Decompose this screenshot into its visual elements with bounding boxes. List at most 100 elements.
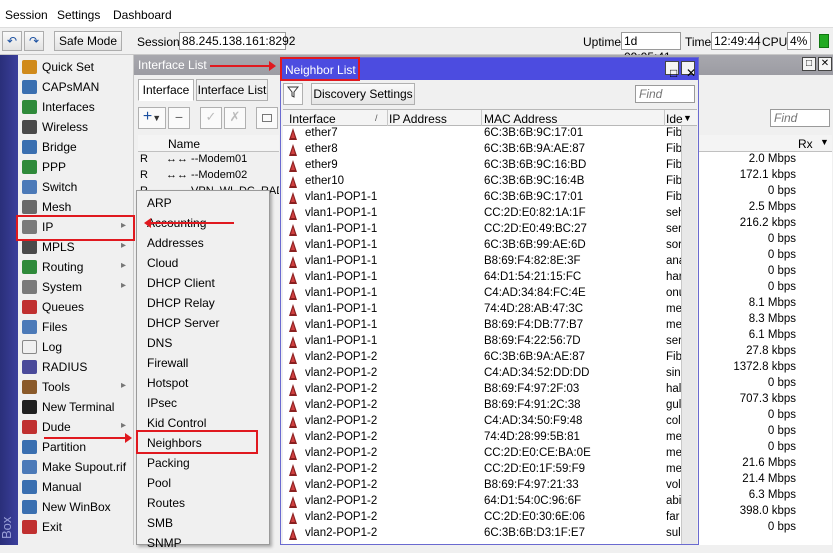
sidebar-item-radius[interactable]: RADIUS: [18, 357, 134, 377]
ip-menu-item-dhcp-relay[interactable]: DHCP Relay: [137, 293, 269, 313]
sidebar-item-files[interactable]: Files: [18, 317, 134, 337]
ip-menu-item-hotspot[interactable]: Hotspot: [137, 373, 269, 393]
ip-menu-item-cloud[interactable]: Cloud: [137, 253, 269, 273]
sidebar-item-wireless[interactable]: Wireless: [18, 117, 134, 137]
ip-menu-item-routes[interactable]: Routes: [137, 493, 269, 513]
table-row[interactable]: vlan2-POP1-2 B8:69:F4:91:2C:38 gul: [283, 398, 681, 414]
ip-menu-item-pool[interactable]: Pool: [137, 473, 269, 493]
discovery-settings-button[interactable]: Discovery Settings: [311, 83, 415, 105]
ip-menu-item-dhcp-client[interactable]: DHCP Client: [137, 273, 269, 293]
col-identity-header[interactable]: Ide: [666, 112, 683, 126]
table-row[interactable]: vlan1-POP1-1 CC:2D:E0:49:BC:27 ser: [283, 222, 681, 238]
rx-header-label[interactable]: Rx: [798, 137, 813, 151]
ip-menu-item-dhcp-server[interactable]: DHCP Server: [137, 313, 269, 333]
tab-interface-list[interactable]: Interface List: [196, 79, 268, 101]
table-row[interactable]: vlan2-POP1-2 6C:3B:6B:D3:1F:E7 sul: [283, 526, 681, 542]
table-row[interactable]: vlan1-POP1-1 C4:AD:34:84:FC:4E onu: [283, 286, 681, 302]
table-row[interactable]: vlan1-POP1-1 74:4D:28:AB:47:3C me: [283, 302, 681, 318]
neighbor-find-input[interactable]: [635, 85, 695, 103]
sidebar-item-routing[interactable]: Routing ▸: [18, 257, 134, 277]
table-row[interactable]: ether8 6C:3B:6B:9A:AE:87 Fib: [283, 142, 681, 158]
undo-button[interactable]: ↶: [2, 31, 22, 51]
sidebar-item-tools[interactable]: Tools ▸: [18, 377, 134, 397]
remove-button[interactable]: −: [168, 107, 190, 129]
redo-button[interactable]: ↷: [24, 31, 44, 51]
sidebar-item-exit[interactable]: Exit: [18, 517, 134, 537]
rx-value: 2.0 Mbps: [748, 153, 796, 165]
sidebar-item-make-supout-rif[interactable]: Make Supout.rif: [18, 457, 134, 477]
ip-menu-item-firewall[interactable]: Firewall: [137, 353, 269, 373]
sidebar-item-ppp[interactable]: PPP: [18, 157, 134, 177]
sidebar-item-log[interactable]: Log: [18, 337, 134, 357]
table-row[interactable]: vlan1-POP1-1 6C:3B:6B:99:AE:6D sor: [283, 238, 681, 254]
table-row[interactable]: vlan2-POP1-2 B8:69:F4:97:2F:03 hal: [283, 382, 681, 398]
table-row[interactable]: ether7 6C:3B:6B:9C:17:01 Fib: [283, 126, 681, 142]
sidebar-item-system[interactable]: System ▸: [18, 277, 134, 297]
row-mac-address: 6C:3B:6B:9C:16:4B: [484, 175, 585, 187]
table-row[interactable]: vlan2-POP1-2 CC:2D:E0:30:6E:06 far: [283, 510, 681, 526]
table-row[interactable]: vlan2-POP1-2 74:4D:28:99:5B:81 me: [283, 430, 681, 446]
ip-menu-item-dns[interactable]: DNS: [137, 333, 269, 353]
sidebar-item-quick-set[interactable]: Quick Set: [18, 57, 134, 77]
table-row[interactable]: vlan2-POP1-2 B8:69:F4:97:21:33 vol: [283, 478, 681, 494]
table-row[interactable]: vlan2-POP1-2 64:D1:54:0C:96:6F abi: [283, 494, 681, 510]
sidebar-item-queues[interactable]: Queues: [18, 297, 134, 317]
table-row[interactable]: vlan2-POP1-2 CC:2D:E0:1F:59:F9 me: [283, 462, 681, 478]
col-ip-header[interactable]: IP Address: [389, 112, 447, 126]
sidebar-item-label: Routing: [42, 260, 84, 274]
iflist-restore-button[interactable]: □: [802, 57, 816, 71]
sidebar-item-manual[interactable]: Manual: [18, 477, 134, 497]
table-row[interactable]: vlan2-POP1-2 C4:AD:34:52:DD:DD sina: [283, 366, 681, 382]
sidebar-item-switch[interactable]: Switch: [18, 177, 134, 197]
disable-button[interactable]: ✗: [224, 107, 246, 129]
table-row[interactable]: vlan1-POP1-1 CC:2D:E0:82:1A:1F seh: [283, 206, 681, 222]
col-mac-header[interactable]: MAC Address: [484, 112, 557, 126]
enable-button[interactable]: ✓: [200, 107, 222, 129]
table-row[interactable]: R ↔↔ --Modem02: [138, 168, 279, 184]
iflist-find-input[interactable]: [770, 109, 830, 127]
menu-dashboard[interactable]: Dashboard: [113, 8, 172, 22]
table-row[interactable]: vlan2-POP1-2 C4:AD:34:50:F9:48 col: [283, 414, 681, 430]
table-row[interactable]: ether9 6C:3B:6B:9C:16:BD Fib: [283, 158, 681, 174]
tab-interface[interactable]: Interface: [138, 79, 194, 101]
ip-menu-item-ipsec[interactable]: IPsec: [137, 393, 269, 413]
sidebar-item-new-terminal[interactable]: New Terminal: [18, 397, 134, 417]
column-dropdown-icon[interactable]: ▼: [683, 113, 692, 123]
sidebar-item-capsman[interactable]: CAPsMAN: [18, 77, 134, 97]
table-row[interactable]: vlan1-POP1-1 6C:3B:6B:9C:17:01 Fib: [283, 190, 681, 206]
ip-menu-item-packing[interactable]: Packing: [137, 453, 269, 473]
table-row[interactable]: vlan1-POP1-1 B8:69:F4:22:56:7D ser: [283, 334, 681, 350]
ip-menu-item-arp[interactable]: ARP: [137, 193, 269, 213]
sidebar-item-label: Queues: [42, 300, 85, 314]
sidebar-item-partition[interactable]: Partition: [18, 437, 134, 457]
table-row[interactable]: ether10 6C:3B:6B:9C:16:4B Fib: [283, 174, 681, 190]
neighbor-scrollbar[interactable]: [681, 126, 697, 544]
sidebar-item-bridge[interactable]: Bridge: [18, 137, 134, 157]
sidebar-item-mesh[interactable]: Mesh: [18, 197, 134, 217]
table-row[interactable]: vlan1-POP1-1 64:D1:54:21:15:FC har: [283, 270, 681, 286]
menu-settings[interactable]: Settings: [57, 8, 100, 22]
menu-session[interactable]: Session: [5, 8, 48, 22]
column-dropdown-icon[interactable]: ▼: [820, 137, 829, 147]
table-row[interactable]: vlan2-POP1-2 6C:3B:6B:9A:AE:87 Fib: [283, 350, 681, 366]
add-button[interactable]: +▼: [138, 107, 166, 129]
neighbor-close-button[interactable]: ✕: [681, 61, 696, 79]
col-interface-header[interactable]: Interface: [289, 112, 336, 126]
ip-menu-item-smb[interactable]: SMB: [137, 513, 269, 533]
table-row[interactable]: vlan1-POP1-1 B8:69:F4:82:8E:3F ana: [283, 254, 681, 270]
filter-button[interactable]: [283, 83, 303, 105]
sidebar-item-new-winbox[interactable]: New WinBox: [18, 497, 134, 517]
sidebar-item-dude[interactable]: Dude ▸: [18, 417, 134, 437]
ip-menu-item-snmp[interactable]: SNMP: [137, 533, 269, 553]
table-row[interactable]: vlan2-POP1-2 CC:2D:E0:CE:BA:0E me: [283, 446, 681, 462]
iflist-close-button[interactable]: ✕: [818, 57, 832, 71]
col-name-header[interactable]: Name: [168, 137, 200, 151]
sidebar-item-interfaces[interactable]: Interfaces: [18, 97, 134, 117]
chevron-right-icon: ▸: [120, 260, 126, 271]
safe-mode-button[interactable]: Safe Mode: [54, 31, 122, 51]
comment-button[interactable]: [256, 107, 278, 129]
ip-menu-item-addresses[interactable]: Addresses: [137, 233, 269, 253]
neighbor-restore-button[interactable]: □: [665, 61, 679, 79]
table-row[interactable]: R ↔↔ --Modem01: [138, 152, 279, 168]
table-row[interactable]: vlan1-POP1-1 B8:69:F4:DB:77:B7 me: [283, 318, 681, 334]
